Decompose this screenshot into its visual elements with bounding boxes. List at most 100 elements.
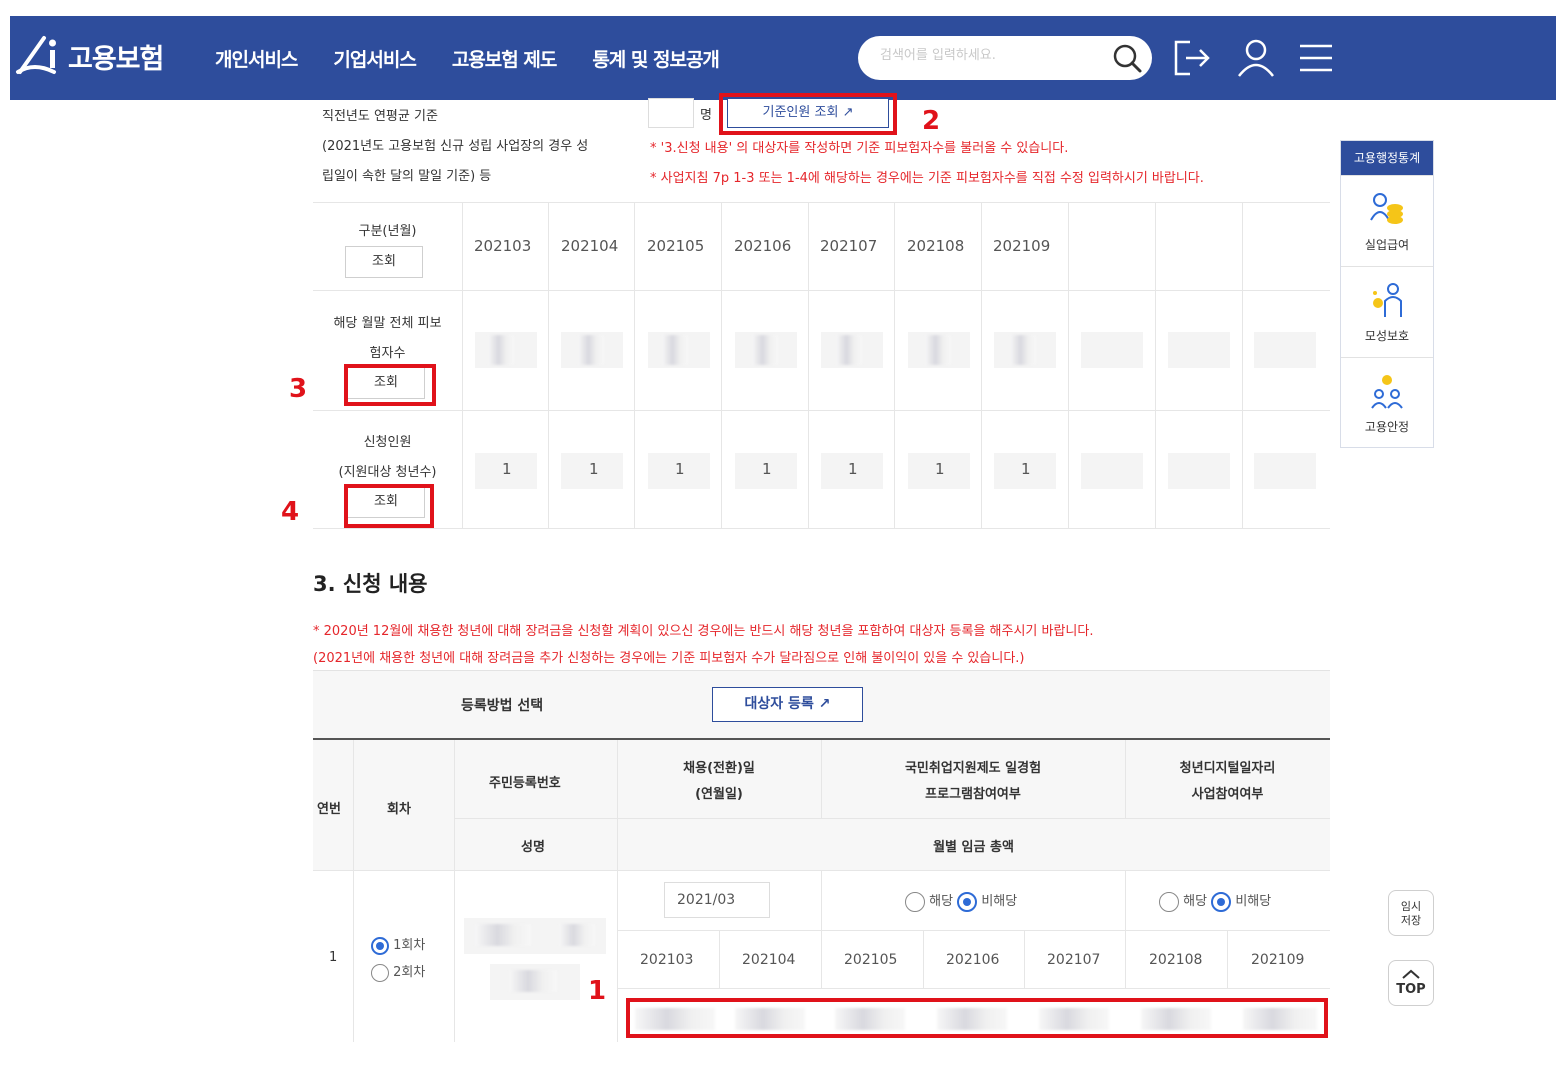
temp-save-button[interactable]: 임시저장: [1388, 890, 1434, 936]
redacted-value: [488, 335, 514, 365]
period-lookup-button[interactable]: 조회: [345, 246, 423, 278]
nav-business[interactable]: 기업서비스: [333, 45, 416, 72]
radio-label: 2회차: [393, 965, 426, 980]
hire-date-input[interactable]: 2021/03: [664, 882, 770, 918]
redacted-value: [559, 924, 595, 946]
radio-empty-icon[interactable]: [1159, 891, 1179, 912]
scroll-top-label: TOP: [1396, 982, 1426, 997]
redacted-value: [578, 335, 604, 365]
annotation-box-1: [626, 998, 1328, 1038]
applicant-count: 1: [675, 460, 685, 478]
applicant-count-cell[interactable]: [1081, 453, 1143, 489]
applicants-table: 연번 회차 주민등록번호 성명 채용(전환)일 (연월일) 국민취업지원제도 일…: [313, 738, 1330, 1042]
wage-month: 202103: [640, 952, 694, 968]
stats-sidebar: 고용행정통계 실업급여 모성보호 고용안정: [1340, 140, 1434, 448]
month-cell: 202106: [734, 237, 792, 255]
month-cell: 202105: [647, 237, 705, 255]
month-cell: 202109: [993, 237, 1051, 255]
divider: [1242, 202, 1243, 528]
col-no-header: 연번: [317, 802, 341, 817]
annotation-label-4: 4: [281, 497, 300, 527]
scroll-top-button[interactable]: TOP: [1388, 960, 1434, 1006]
applicant-count: 1: [589, 460, 599, 478]
logo-text: 고용보험: [68, 43, 164, 75]
logo-icon: [16, 36, 56, 74]
wage-month: 202107: [1047, 952, 1101, 968]
section3-note-1: * 2020년 12월에 채용한 청년에 대해 장려금을 신청할 계획이 있으신…: [313, 624, 1094, 639]
people-group-icon: [1371, 375, 1403, 409]
radio-empty-icon[interactable]: [905, 891, 925, 912]
month-cell: 202104: [561, 237, 619, 255]
radio-selected-icon[interactable]: [957, 891, 978, 912]
row-number: 1: [329, 950, 338, 965]
divider: [548, 202, 549, 528]
round-radio-2[interactable]: 2회차: [371, 961, 425, 982]
applicant-count-cell[interactable]: [1168, 453, 1230, 489]
site-logo[interactable]: 고용보험: [14, 30, 164, 82]
divider: [454, 740, 455, 1042]
menu-icon[interactable]: [1294, 36, 1338, 80]
divider: [981, 202, 982, 528]
redacted-value: [752, 335, 778, 365]
divider: [1155, 202, 1156, 528]
divider: [821, 870, 822, 930]
logout-icon[interactable]: [1170, 36, 1214, 80]
nav-system[interactable]: 고용보험 제도: [452, 45, 557, 72]
wage-month: 202105: [844, 952, 898, 968]
insured-count-cell[interactable]: [1254, 332, 1316, 368]
divider: [462, 202, 463, 528]
applicant-count: 1: [848, 460, 858, 478]
top-navigation-bar: 고용보험 개인서비스 기업서비스 고용보험 제도 통계 및 정보공개: [10, 16, 1556, 100]
radio-label: 해당: [1183, 894, 1208, 909]
register-target-button[interactable]: 대상자 등록 ↗: [712, 687, 863, 722]
radio-empty-icon[interactable]: [371, 963, 389, 982]
sidebar-item-stability[interactable]: 고용안정: [1341, 357, 1433, 448]
register-method-row: 등록방법 선택 대상자 등록 ↗: [313, 670, 1330, 738]
redacted-value: [475, 924, 531, 946]
sidebar-item-unemployment[interactable]: 실업급여: [1341, 175, 1433, 266]
sidebar-item-label: 실업급여: [1364, 238, 1410, 252]
sidebar-item-maternity[interactable]: 모성보호: [1341, 266, 1433, 357]
register-method-label: 등록방법 선택: [461, 698, 544, 714]
applicant-count: 1: [762, 460, 772, 478]
divider: [313, 528, 1330, 529]
base-count-input[interactable]: [648, 98, 694, 128]
period-header: 구분(년월): [358, 224, 417, 239]
temp-save-label: 임시저장: [1400, 900, 1422, 927]
redacted-value: [662, 335, 688, 365]
round-radio-1[interactable]: 1회차: [371, 934, 425, 955]
search-icon[interactable]: [1110, 41, 1144, 75]
col-digital-header: 청년디지털일자리 사업참여여부: [1179, 761, 1276, 802]
insured-count-cell[interactable]: [1081, 332, 1143, 368]
divider: [1227, 930, 1228, 988]
radio-label: 해당: [929, 894, 954, 909]
divider: [719, 930, 720, 988]
note-manual-input: * 사업지침 7p 1-3 또는 1-4에 해당하는 경우에는 기준 피보험자수…: [650, 171, 1204, 186]
radio-selected-icon[interactable]: [371, 936, 389, 955]
divider: [454, 818, 1330, 819]
digital-job-radios: 해당 비해당: [1159, 890, 1271, 912]
user-icon[interactable]: [1234, 36, 1278, 80]
wage-month: 202109: [1251, 952, 1305, 968]
divider: [821, 930, 822, 988]
nav-personal[interactable]: 개인서비스: [215, 45, 298, 72]
divider: [313, 290, 1330, 291]
note-load-base: * '3.신청 내용' 의 대상자를 작성하면 기준 피보험자수를 불러올 수 …: [650, 141, 1069, 156]
coins-icon: [1370, 193, 1403, 224]
redacted-value: [1010, 335, 1036, 365]
main-nav: 개인서비스 기업서비스 고용보험 제도 통계 및 정보공개: [215, 16, 720, 100]
annotation-label-2: 2: [922, 106, 941, 136]
applicant-count: 1: [1021, 460, 1031, 478]
sidebar-item-label: 모성보호: [1364, 329, 1410, 343]
col-name-header: 성명: [521, 840, 545, 855]
external-link-icon: ↗: [818, 696, 831, 712]
col-hire-header: 채용(전환)일 (연월일): [683, 761, 755, 802]
divider: [617, 930, 1330, 931]
register-target-label: 대상자 등록: [744, 696, 814, 712]
unit-label: 명: [700, 108, 712, 123]
radio-selected-icon[interactable]: [1211, 891, 1232, 912]
nav-statistics[interactable]: 통계 및 정보공개: [592, 45, 720, 72]
insured-count-cell[interactable]: [1168, 332, 1230, 368]
search-input[interactable]: [880, 48, 1100, 63]
applicant-count-cell[interactable]: [1254, 453, 1316, 489]
